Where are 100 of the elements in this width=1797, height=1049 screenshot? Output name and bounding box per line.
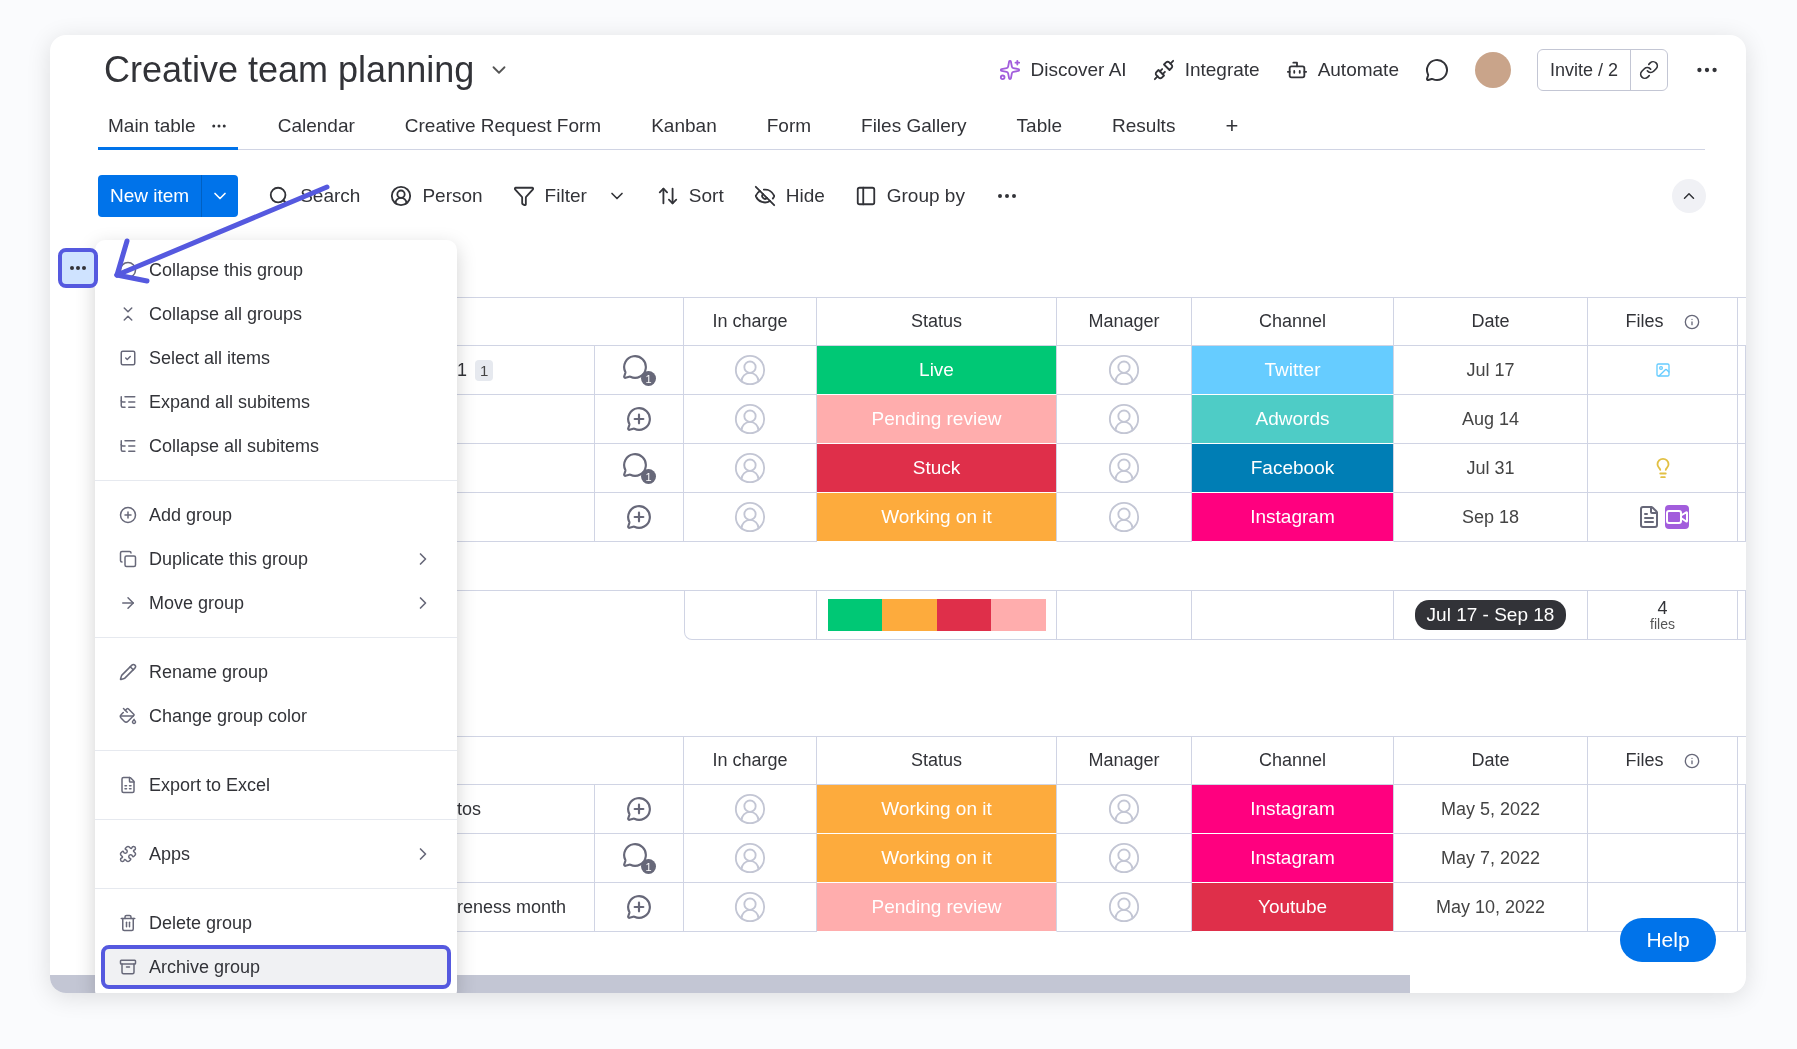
column-header[interactable]: Manager <box>1057 736 1192 785</box>
person-avatar-icon[interactable] <box>1107 500 1141 534</box>
menu-item[interactable]: Delete group <box>101 901 451 945</box>
column-header[interactable]: Status <box>817 297 1057 346</box>
date-cell[interactable]: Jul 17 <box>1394 346 1588 395</box>
person-avatar-icon[interactable] <box>1107 841 1141 875</box>
person-icon <box>390 185 413 207</box>
view-tab[interactable]: Creative Request Form <box>394 115 612 150</box>
channel-label[interactable]: Instagram <box>1192 785 1394 834</box>
view-tab[interactable]: Form <box>756 115 822 150</box>
date-cell[interactable]: Jul 31 <box>1394 444 1588 493</box>
column-header[interactable]: Channel <box>1192 736 1394 785</box>
subitem-count[interactable]: 1 <box>475 359 494 381</box>
view-tab[interactable]: Table <box>1006 115 1073 150</box>
person-avatar-icon[interactable] <box>733 500 767 534</box>
channel-label[interactable]: Facebook <box>1192 444 1394 493</box>
person-avatar-icon[interactable] <box>1107 402 1141 436</box>
view-tab[interactable]: Files Gallery <box>851 115 977 150</box>
date-cell[interactable]: Sep 18 <box>1394 493 1588 542</box>
info-icon[interactable] <box>1683 752 1700 769</box>
link-icon <box>1639 60 1659 80</box>
paint-bucket-icon <box>119 707 137 725</box>
arrow-right-icon <box>119 594 137 612</box>
column-header[interactable]: Date <box>1394 736 1588 785</box>
menu-item[interactable]: Move group <box>101 581 451 625</box>
view-tab[interactable]: Results <box>1102 115 1186 150</box>
info-icon[interactable] <box>1683 313 1700 330</box>
archive-icon <box>119 958 137 976</box>
menu-item[interactable]: Rename group <box>101 650 451 694</box>
channel-label[interactable]: Instagram <box>1192 834 1394 883</box>
sort-icon <box>656 185 679 207</box>
add-update-icon[interactable] <box>626 894 652 920</box>
date-cell[interactable]: Aug 14 <box>1394 395 1588 444</box>
collapse-button[interactable] <box>1672 179 1706 213</box>
toolbar-button[interactable]: Filter <box>512 185 627 207</box>
board-title[interactable]: Creative team planning <box>104 49 475 91</box>
view-tab[interactable]: Kanban <box>641 115 727 150</box>
view-tab[interactable]: Main table <box>98 115 238 150</box>
date-cell[interactable]: May 5, 2022 <box>1394 785 1588 834</box>
view-tab[interactable]: Calendar <box>267 115 365 150</box>
puzzle-icon <box>119 845 137 863</box>
add-view-button[interactable]: + <box>1215 113 1249 149</box>
add-update-icon[interactable] <box>626 406 652 432</box>
person-avatar-icon[interactable] <box>733 890 767 924</box>
files-unit: files <box>1650 617 1675 631</box>
user-avatar[interactable] <box>1474 52 1511 88</box>
person-avatar-icon[interactable] <box>733 353 767 387</box>
menu-item[interactable]: Duplicate this group <box>101 537 451 581</box>
toolbar-button[interactable]: Hide <box>753 185 825 207</box>
status-label[interactable]: Stuck <box>817 444 1057 493</box>
person-avatar-icon[interactable] <box>1107 890 1141 924</box>
person-avatar-icon[interactable] <box>733 841 767 875</box>
column-header[interactable]: Files <box>1588 297 1738 346</box>
menu-item[interactable]: Collapse this group <box>101 248 451 292</box>
chat-bubble-icon[interactable] <box>1424 58 1449 82</box>
toolbar-button[interactable]: Group by <box>854 185 965 207</box>
top-action[interactable]: Integrate <box>1152 59 1260 81</box>
column-header[interactable]: In charge <box>684 736 817 785</box>
add-update-icon[interactable] <box>626 504 652 530</box>
toolbar-button[interactable]: Sort <box>656 185 724 207</box>
menu-item[interactable]: Expand all subitems <box>101 380 451 424</box>
menu-item[interactable]: Collapse all subitems <box>101 424 451 468</box>
menu-item[interactable]: Archive group <box>101 945 451 989</box>
column-header[interactable]: Files <box>1588 736 1738 785</box>
column-title: Channel <box>1258 750 1327 771</box>
menu-item[interactable]: Select all items <box>101 336 451 380</box>
person-avatar-icon[interactable] <box>733 792 767 826</box>
column-header[interactable]: Channel <box>1192 297 1394 346</box>
image-file-icon[interactable] <box>1654 362 1671 378</box>
column-title: Date <box>1471 750 1510 771</box>
add-update-icon[interactable] <box>626 796 652 822</box>
minus-circle-icon <box>119 261 137 279</box>
person-avatar-icon[interactable] <box>1107 353 1141 387</box>
channel-label[interactable]: Youtube <box>1192 883 1394 932</box>
menu-item[interactable]: Change group color <box>101 694 451 738</box>
person-avatar-icon[interactable] <box>733 402 767 436</box>
panel-icon <box>854 185 877 207</box>
help-button[interactable]: Help <box>1620 918 1716 962</box>
column-header[interactable]: In charge <box>684 297 817 346</box>
person-avatar-icon[interactable] <box>1107 792 1141 826</box>
menu-item[interactable]: Export to Excel <box>101 763 451 807</box>
column-header[interactable]: Date <box>1394 297 1588 346</box>
date-cell[interactable]: May 7, 2022 <box>1394 834 1588 883</box>
channel-label[interactable]: Instagram <box>1192 493 1394 542</box>
person-avatar-icon[interactable] <box>733 451 767 485</box>
plug-icon <box>1152 59 1175 81</box>
column-header[interactable]: Manager <box>1057 297 1192 346</box>
menu-item[interactable]: Collapse all groups <box>101 292 451 336</box>
column-title: Manager <box>1088 750 1160 771</box>
video-file-icon[interactable] <box>1664 505 1689 529</box>
more-icon <box>70 266 86 270</box>
person-avatar-icon[interactable] <box>1107 451 1141 485</box>
toolbar-button[interactable]: Person <box>390 185 483 207</box>
top-action[interactable]: Discover AI <box>998 59 1127 81</box>
column-header[interactable]: Status <box>817 736 1057 785</box>
top-action[interactable]: Automate <box>1285 59 1399 81</box>
group-options-button[interactable] <box>58 248 98 288</box>
menu-item[interactable]: Add group <box>101 493 451 537</box>
menu-item[interactable]: Apps <box>101 832 451 876</box>
date-cell[interactable]: May 10, 2022 <box>1394 883 1588 932</box>
